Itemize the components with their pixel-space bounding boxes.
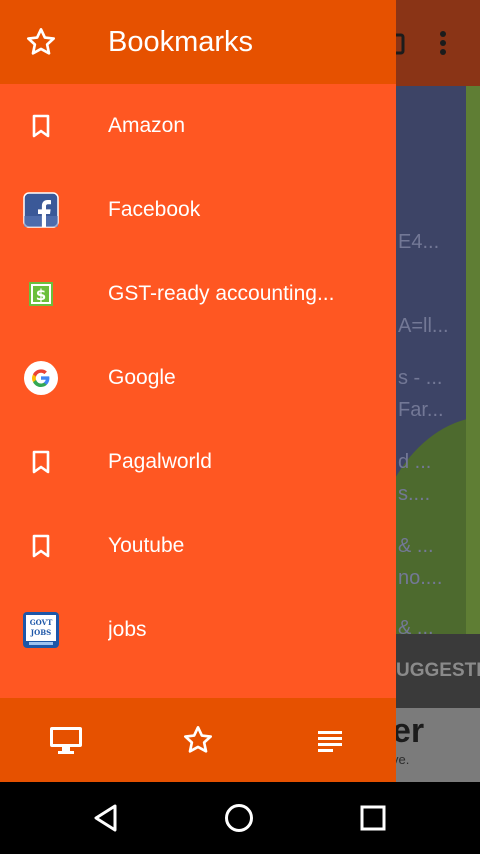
recents-icon (360, 805, 386, 831)
back-icon (94, 804, 117, 832)
bookmark-item-gst-ready[interactable]: $ GST-ready accounting... (0, 252, 396, 336)
svg-text:GOVT: GOVT (30, 618, 53, 627)
dollar-app-icon: $ (23, 276, 59, 312)
bookmark-label: Youtube (108, 534, 185, 557)
drawer-footer (0, 698, 396, 782)
bookmark-item-facebook[interactable]: Facebook (0, 168, 396, 252)
bookmark-label: Facebook (108, 198, 201, 221)
bookmark-item-youtube[interactable]: Youtube (0, 504, 396, 588)
back-button[interactable] (86, 798, 126, 838)
bookmark-item-pagalworld[interactable]: Pagalworld (0, 420, 396, 504)
bookmark-icon (23, 528, 59, 564)
drawer-header: Bookmarks (0, 0, 396, 84)
facebook-icon (23, 192, 59, 228)
google-icon (23, 360, 59, 396)
govt-jobs-icon: GOVT JOBS (23, 612, 59, 648)
bookmark-label: jobs (108, 618, 147, 641)
bg-snippet: Far... (398, 399, 444, 421)
background-band (466, 86, 480, 634)
bookmark-label: Google (108, 366, 176, 389)
bg-snippet: d ... (398, 451, 432, 473)
desktop-icon (50, 727, 82, 754)
bookmark-item-google[interactable]: Google (0, 336, 396, 420)
bookmark-item-jobs[interactable]: GOVT JOBS jobs (0, 588, 396, 672)
bookmarks-drawer: Bookmarks Amazon Facebook $ GST-ready ac… (0, 0, 396, 782)
more-vert-icon (436, 30, 450, 60)
desktop-sites-button[interactable] (46, 720, 86, 760)
svg-text:JOBS: JOBS (30, 628, 51, 637)
bookmark-icon (23, 444, 59, 480)
bg-snippet: E4... (398, 231, 440, 253)
bookmark-label: Pagalworld (108, 450, 212, 473)
drawer-title: Bookmarks (108, 26, 254, 58)
bookmark-list: Amazon Facebook $ GST-ready accounting..… (0, 84, 396, 672)
bg-card-title: er (392, 712, 425, 750)
bookmarks-tab-button[interactable] (178, 720, 218, 760)
system-nav-bar (0, 782, 480, 854)
reading-list-icon (318, 731, 342, 752)
bookmark-item-amazon[interactable]: Amazon (0, 84, 396, 168)
bg-suggest-label: UGGESTE (396, 660, 480, 681)
bg-snippet: & ... (398, 535, 434, 557)
star-outline-icon (25, 26, 57, 58)
bg-snippet: no.... (398, 567, 443, 589)
bookmark-icon (23, 108, 59, 144)
star-outline-icon (184, 726, 212, 753)
govt-jobs-logo: GOVT JOBS (23, 612, 59, 648)
bg-snippet: s.... (398, 483, 431, 505)
bookmark-label: Amazon (108, 114, 186, 137)
recents-button[interactable] (353, 798, 393, 838)
bg-snippet: s - ... (398, 367, 443, 389)
bg-snippet: A=ll... (398, 315, 449, 337)
reading-list-button[interactable] (310, 720, 350, 760)
svg-text:$: $ (36, 286, 46, 304)
home-button[interactable] (219, 798, 259, 838)
home-icon (225, 804, 253, 832)
bookmark-label: GST-ready accounting... (108, 282, 335, 305)
